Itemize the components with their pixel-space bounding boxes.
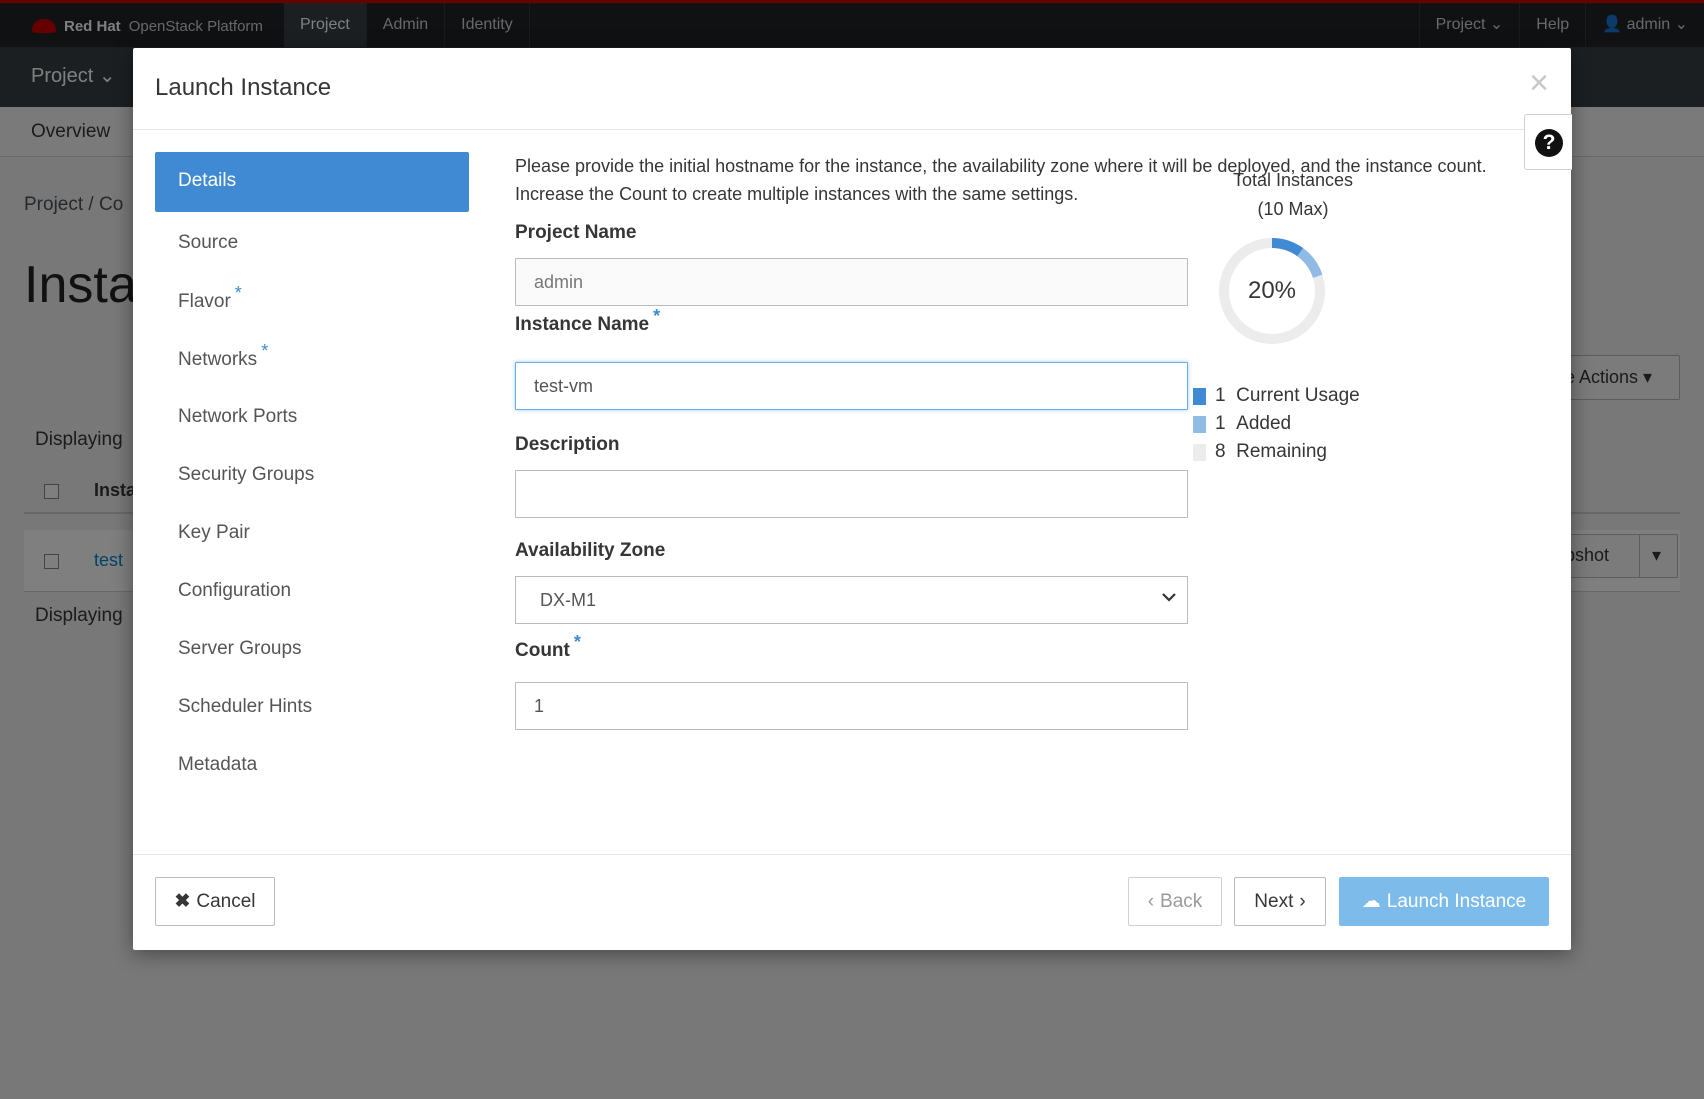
chevron-right-icon: › [1299,890,1306,912]
wizard-step-metadata[interactable]: Metadata [155,736,469,794]
wizard-step-label: Network Ports [178,406,298,427]
wizard-step-configuration[interactable]: Configuration [155,562,469,620]
next-label: Next [1254,890,1294,912]
wizard-steps: Details Source Flavor * Networks * Network… [155,152,469,794]
instance-name-label: Instance Name * [515,306,660,336]
availability-zone-value: DX-M1 [540,590,597,610]
availability-zone-label: Availability Zone [515,540,666,561]
back-button[interactable]: ‹ Back [1128,877,1222,926]
instance-name-label-text: Instance Name [515,314,650,335]
instance-name-input[interactable] [515,362,1188,410]
wizard-step-scheduler-hints[interactable]: Scheduler Hints [155,678,469,736]
wizard-step-flavor[interactable]: Flavor * [155,272,469,330]
launch-instance-modal: Launch Instance × ? Details Source Flavo… [133,48,1572,950]
wizard-step-label: Security Groups [178,464,315,485]
close-icon: ✖ [174,891,191,912]
required-marker: * [653,306,661,326]
quota-percent: 20% [1248,277,1296,304]
wizard-step-security-groups[interactable]: Security Groups [155,446,469,504]
legend-item-remaining: 8 Remaining [1193,438,1360,466]
count-input[interactable] [515,682,1188,730]
description-label: Description [515,434,620,455]
legend-label: Added [1236,413,1292,434]
next-button[interactable]: Next › [1234,877,1326,926]
legend-label: Remaining [1236,441,1327,462]
close-icon[interactable]: × [1529,66,1549,100]
quota-title-line2: (10 Max) [1257,199,1329,219]
back-label: Back [1160,890,1203,912]
quota-donut-chart: 20% [1219,238,1325,344]
wizard-step-label: Metadata [178,754,258,775]
legend-swatch [1193,415,1206,433]
legend-count: 8 [1215,441,1226,462]
modal-header: Launch Instance × [133,48,1571,130]
wizard-step-label: Scheduler Hints [178,696,313,717]
wizard-step-server-groups[interactable]: Server Groups [155,620,469,678]
required-marker: * [234,283,242,303]
count-label: Count * [515,632,581,662]
chevron-down-icon [1162,593,1176,602]
launch-label: Launch Instance [1386,890,1527,912]
legend-count: 1 [1215,385,1226,406]
wizard-step-label: Configuration [178,580,292,601]
launch-instance-button[interactable]: ☁ Launch Instance [1339,877,1549,926]
availability-zone-select[interactable]: DX-M1 [515,576,1188,624]
modal-footer: ✖ Cancel ‹ Back Next › ☁ Launch Instance [133,854,1571,950]
cancel-button[interactable]: ✖ Cancel [155,877,275,926]
legend-count: 1 [1215,413,1226,434]
wizard-step-label: Flavor [178,291,231,312]
quota-legend: 1 Current Usage 1 Added 8 Remaining [1193,382,1360,466]
chevron-left-icon: ‹ [1147,890,1155,912]
legend-item-current: 1 Current Usage [1193,382,1360,410]
question-circle-icon: ? [1535,129,1563,157]
project-name-input[interactable] [515,258,1188,306]
wizard-step-label: Networks [178,349,258,370]
cloud-upload-icon: ☁ [1361,891,1381,912]
description-input[interactable] [515,470,1188,518]
wizard-step-network-ports[interactable]: Network Ports [155,388,469,446]
count-label-text: Count [515,640,570,661]
legend-swatch [1193,387,1206,405]
wizard-step-label: Server Groups [178,638,302,659]
wizard-step-label: Details [178,170,237,191]
wizard-step-label: Source [178,232,239,253]
modal-title: Launch Instance [155,74,332,101]
quota-title-line1: Total Instances [1232,170,1354,190]
wizard-step-source[interactable]: Source [155,214,469,272]
help-button[interactable]: ? [1524,114,1572,170]
wizard-step-networks[interactable]: Networks * [155,330,469,388]
wizard-step-label: Key Pair [178,522,250,543]
legend-item-added: 1 Added [1193,410,1360,438]
required-marker: * [261,341,269,361]
instance-quota-widget: Total Instances (10 Max) 20% 1 Current U… [1193,166,1423,462]
legend-swatch [1193,443,1206,461]
wizard-step-key-pair[interactable]: Key Pair [155,504,469,562]
quota-title: Total Instances (10 Max) [1193,166,1393,224]
required-marker: * [573,632,581,652]
wizard-step-details[interactable]: Details [155,152,469,212]
project-name-label: Project Name [515,222,637,243]
cancel-label: Cancel [196,890,256,912]
legend-label: Current Usage [1236,385,1360,406]
